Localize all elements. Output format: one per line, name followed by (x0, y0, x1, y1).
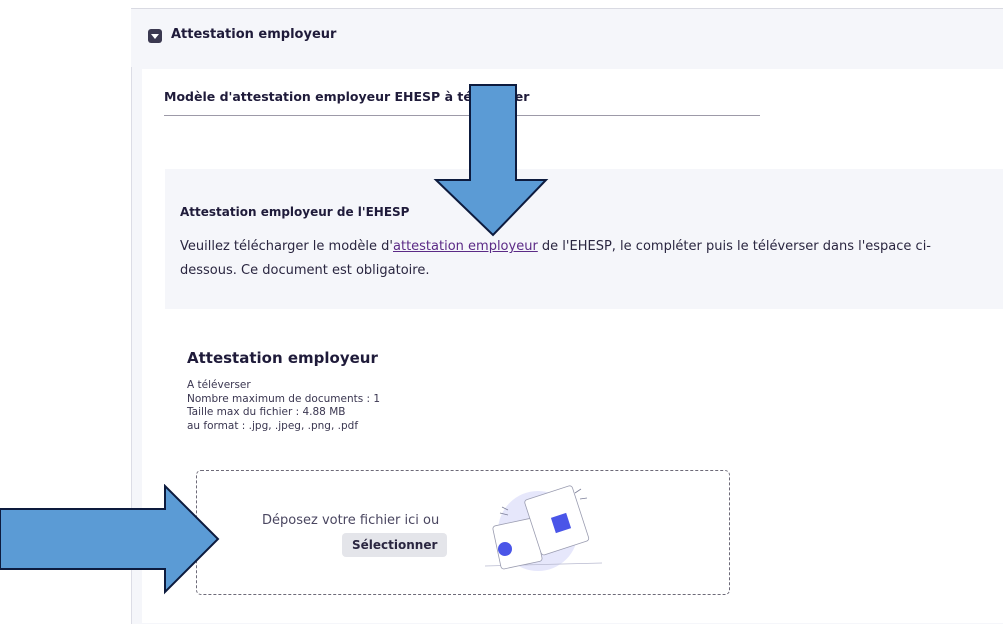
document-heading: Modèle d'attestation employeur EHESP à t… (164, 89, 530, 104)
upload-illustration-icon (484, 485, 603, 571)
attestation-link[interactable]: attestation employeur (393, 239, 538, 254)
upload-formats: au format : .jpg, .jpeg, .png, .pdf (187, 419, 359, 432)
select-file-button[interactable]: Sélectionner (342, 533, 448, 557)
upload-title: Attestation employeur (187, 349, 378, 367)
file-dropzone[interactable]: Déposez votre fichier ici ou Sélectionne… (196, 470, 730, 595)
section-header[interactable]: Attestation employeur (131, 9, 1003, 67)
info-title: Attestation employeur de l'EHESP (180, 205, 410, 219)
collapse-toggle-icon[interactable] (148, 29, 162, 43)
section-content: Modèle d'attestation employeur EHESP à t… (142, 69, 1003, 623)
dropzone-text: Déposez votre fichier ici ou (262, 513, 440, 528)
info-text: Veuillez télécharger le modèle d'attesta… (180, 235, 980, 283)
section-title: Attestation employeur (171, 27, 337, 42)
upload-status: A téléverser (187, 379, 251, 391)
info-text-before: Veuillez télécharger le modèle d' (180, 239, 393, 254)
upload-max-docs: Nombre maximum de documents : 1 (187, 392, 381, 405)
heading-divider (164, 115, 760, 116)
upload-max-size: Taille max du fichier : 4.88 MB (187, 406, 346, 418)
info-box: Attestation employeur de l'EHESP Veuille… (165, 169, 1003, 309)
upload-meta: A téléverser Nombre maximum de documents… (187, 379, 380, 433)
